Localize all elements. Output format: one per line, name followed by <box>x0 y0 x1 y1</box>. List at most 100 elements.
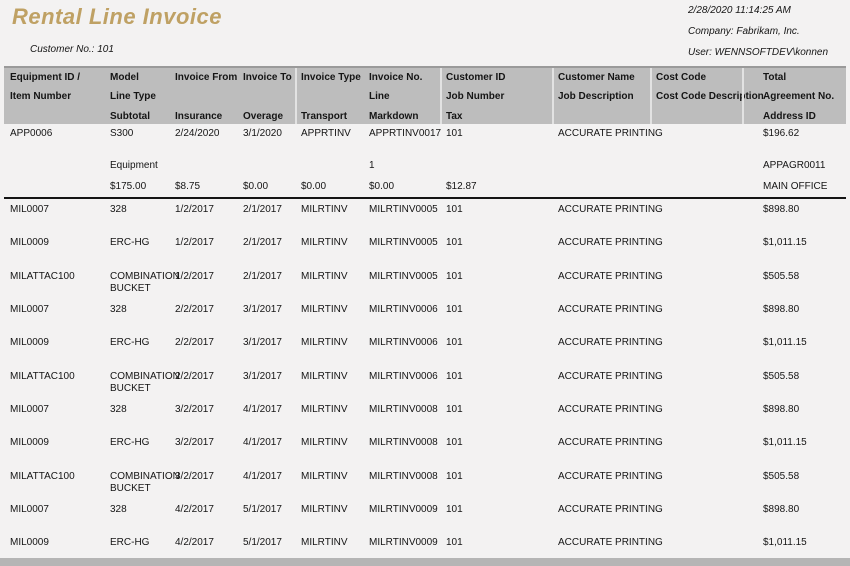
header-cell-total: Total <box>757 68 846 87</box>
cell-total: $1,011.15 <box>757 433 846 466</box>
header-cell-invoice-no: Markdown <box>363 107 440 126</box>
cell-invoice-from: 1/2/2017 <box>169 233 237 266</box>
cell-invoice-type: MILRTINV <box>295 200 363 233</box>
table-row: MILATTAC100COMBINATION BUCKET3/2/20174/1… <box>4 467 846 500</box>
cell-customer-name: ACCURATE PRINTING <box>552 300 650 333</box>
cell-total: $898.80 <box>757 200 846 233</box>
cell-model: ERC-HG <box>104 333 169 366</box>
header-cell-total: Address ID <box>757 107 846 126</box>
header-cell-cost-code <box>650 107 757 126</box>
cell-invoice-from: 3/2/2017 <box>169 433 237 466</box>
cell-model: ERC-HG <box>104 233 169 266</box>
cell-equipment-id: MILATTAC100 <box>4 367 104 400</box>
header-cell-customer-id: Tax <box>440 107 552 126</box>
cell-total: $196.62 <box>757 124 846 156</box>
cell-invoice-no: $0.00 <box>363 177 440 197</box>
header-column-separator <box>440 68 442 124</box>
cell-customer-name: ACCURATE PRINTING <box>552 233 650 266</box>
cell-model: 328 <box>104 200 169 233</box>
header-column-separator <box>742 68 744 124</box>
cell-invoice-type: MILRTINV <box>295 367 363 400</box>
report-user: User: WENNSOFTDEV\konnen <box>688 47 828 58</box>
cell-customer-name: ACCURATE PRINTING <box>552 124 650 156</box>
first-block-row: $175.00$8.75$0.00$0.00$0.00$12.87MAIN OF… <box>4 177 846 197</box>
cell-model: COMBINATION BUCKET <box>104 367 169 400</box>
cell-invoice-to: 3/1/2017 <box>237 333 295 366</box>
cell-equipment-id: MIL0009 <box>4 433 104 466</box>
header-cell-invoice-no: Invoice No. <box>363 68 440 87</box>
cell-cost-code <box>650 177 757 197</box>
cell-model: COMBINATION BUCKET <box>104 267 169 300</box>
header-cell-invoice-to: Invoice To <box>237 68 295 87</box>
first-block-row: APP0006S3002/24/20203/1/2020APPRTINVAPPR… <box>4 124 846 156</box>
table-row: MIL00073282/2/20173/1/2017MILRTINVMILRTI… <box>4 300 846 333</box>
cell-customer-name <box>552 177 650 197</box>
cell-invoice-no: MILRTINV0006 <box>363 367 440 400</box>
cell-invoice-to: 2/1/2017 <box>237 267 295 300</box>
table-row: MIL00073283/2/20174/1/2017MILRTINVMILRTI… <box>4 400 846 433</box>
header-cell-invoice-from: Invoice From <box>169 68 237 87</box>
cell-model: 328 <box>104 300 169 333</box>
cell-invoice-type: MILRTINV <box>295 267 363 300</box>
cell-invoice-type: APPRTINV <box>295 124 363 156</box>
cell-customer-name: ACCURATE PRINTING <box>552 333 650 366</box>
cell-cost-code <box>650 200 757 233</box>
cell-invoice-to: 4/1/2017 <box>237 400 295 433</box>
table-row: MIL00073281/2/20172/1/2017MILRTINVMILRTI… <box>4 200 846 233</box>
header-cell-customer-name <box>552 107 650 126</box>
cell-invoice-no: MILRTINV0009 <box>363 500 440 533</box>
invoice-rows: MIL00073281/2/20172/1/2017MILRTINVMILRTI… <box>4 200 846 566</box>
cell-invoice-to: $0.00 <box>237 177 295 197</box>
header-cell-equipment-id: Equipment ID / <box>4 68 104 87</box>
header-cell-invoice-type: Invoice Type <box>295 68 363 87</box>
cell-total: $1,011.15 <box>757 333 846 366</box>
cell-invoice-no: MILRTINV0005 <box>363 200 440 233</box>
header-column-separator <box>650 68 652 124</box>
cell-cost-code <box>650 367 757 400</box>
cell-invoice-type: MILRTINV <box>295 300 363 333</box>
cell-total: $898.80 <box>757 500 846 533</box>
cell-invoice-type <box>295 156 363 177</box>
cell-invoice-to: 3/1/2020 <box>237 124 295 156</box>
cell-invoice-no: MILRTINV0008 <box>363 433 440 466</box>
cell-invoice-no: MILRTINV0006 <box>363 300 440 333</box>
table-header-row: Equipment ID /ModelInvoice FromInvoice T… <box>4 68 846 87</box>
block-separator-line <box>4 197 846 199</box>
cell-customer-name: ACCURATE PRINTING <box>552 500 650 533</box>
table-header: Equipment ID /ModelInvoice FromInvoice T… <box>4 66 846 124</box>
cell-customer-name: ACCURATE PRINTING <box>552 433 650 466</box>
cell-customer-id: $12.87 <box>440 177 552 197</box>
cell-invoice-from: 3/2/2017 <box>169 400 237 433</box>
cell-invoice-to: 2/1/2017 <box>237 233 295 266</box>
cell-equipment-id: MILATTAC100 <box>4 267 104 300</box>
cell-invoice-type: MILRTINV <box>295 333 363 366</box>
cell-invoice-type: MILRTINV <box>295 467 363 500</box>
header-cell-invoice-to: Overage <box>237 107 295 126</box>
cell-customer-id: 101 <box>440 367 552 400</box>
cell-invoice-to <box>237 156 295 177</box>
cell-total: $505.58 <box>757 267 846 300</box>
cell-customer-id: 101 <box>440 200 552 233</box>
cell-equipment-id: MIL0007 <box>4 200 104 233</box>
table-row: MIL0009ERC-HG2/2/20173/1/2017MILRTINVMIL… <box>4 333 846 366</box>
cell-equipment-id <box>4 177 104 197</box>
header-cell-model: Model <box>104 68 169 87</box>
header-cell-model: Subtotal <box>104 107 169 126</box>
header-cell-invoice-to <box>237 87 295 106</box>
table-header-row: Item NumberLine TypeLineJob NumberJob De… <box>4 87 846 106</box>
cell-equipment-id <box>4 156 104 177</box>
cell-equipment-id: APP0006 <box>4 124 104 156</box>
cell-customer-name: ACCURATE PRINTING <box>552 400 650 433</box>
header-cell-invoice-from: Insurance <box>169 107 237 126</box>
header-cell-model: Line Type <box>104 87 169 106</box>
header-cell-equipment-id: Item Number <box>4 87 104 106</box>
cell-customer-name: ACCURATE PRINTING <box>552 200 650 233</box>
cell-model: ERC-HG <box>104 433 169 466</box>
cell-cost-code <box>650 124 757 156</box>
cell-invoice-no: MILRTINV0008 <box>363 400 440 433</box>
cell-total: $898.80 <box>757 300 846 333</box>
header-column-separator <box>295 68 297 124</box>
cell-equipment-id: MIL0009 <box>4 233 104 266</box>
cell-invoice-from: 4/2/2017 <box>169 500 237 533</box>
cell-invoice-type: MILRTINV <box>295 500 363 533</box>
